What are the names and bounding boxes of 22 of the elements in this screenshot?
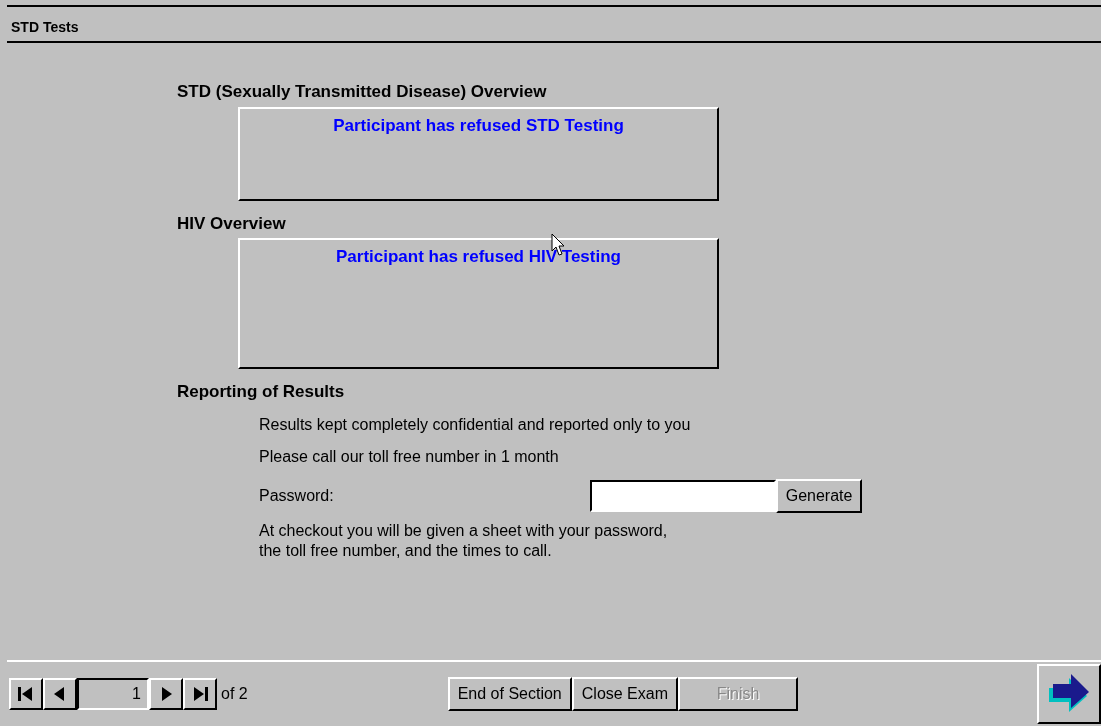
first-record-button[interactable] — [9, 678, 43, 710]
next-record-button[interactable] — [149, 678, 183, 710]
message-box: Participant has refused STD Testing — [238, 106, 719, 201]
page-number-field[interactable]: 1 — [77, 678, 149, 710]
password-field[interactable] — [589, 479, 776, 512]
instruction-text: At checkout you will be given a sheet with your password, the toll free number, and the times to call. — [259, 520, 669, 562]
info-text: Please call our toll free number in 1 month — [259, 446, 560, 467]
section-heading: HIV Overview — [177, 212, 287, 235]
window-title: STD Tests — [7, 7, 1101, 43]
info-text: Results kept completely confidential and reported only to you — [259, 414, 692, 435]
end-section-button[interactable]: End of Section — [447, 677, 572, 711]
page-count: of 2 — [221, 684, 248, 704]
section-heading: STD (Sexually Transmitted Disease) Overview — [177, 81, 548, 103]
section-heading: Reporting of Results — [177, 381, 346, 403]
generate-button[interactable]: Generate — [775, 478, 863, 513]
next-section-button[interactable] — [1037, 664, 1101, 724]
last-record-button[interactable] — [183, 678, 217, 710]
close-exam-button[interactable]: Close Exam — [571, 677, 678, 711]
password-label: Password: — [259, 485, 334, 506]
right-arrow-icon — [1047, 674, 1091, 714]
message-box: Participant has refused HIV Testing — [238, 238, 719, 369]
previous-record-button[interactable] — [43, 678, 77, 710]
